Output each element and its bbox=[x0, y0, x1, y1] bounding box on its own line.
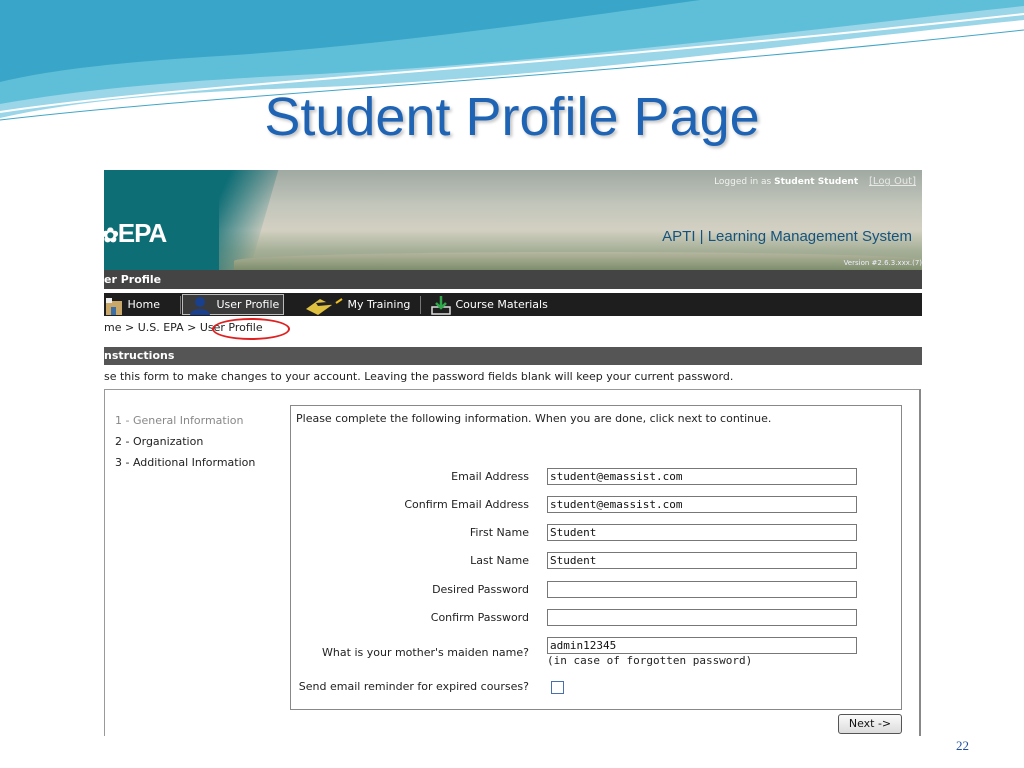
nav-item-user-profile[interactable]: User Profile bbox=[182, 294, 285, 315]
desired-password-label: Desired Password bbox=[432, 583, 529, 596]
maiden-name-hint: (in case of forgotten password) bbox=[547, 654, 753, 667]
form-intro: Please complete the following informatio… bbox=[296, 412, 772, 425]
confirm-password-label: Confirm Password bbox=[430, 611, 529, 624]
nav-label-my-training: My Training bbox=[347, 298, 411, 311]
nav-label-course-materials: Course Materials bbox=[455, 298, 548, 311]
system-title: APTI | Learning Management System bbox=[662, 228, 912, 245]
app-banner: ✿EPA Logged in as Student Student [Log O… bbox=[104, 170, 922, 270]
email-field[interactable] bbox=[547, 468, 857, 485]
page-title-bar: er Profile bbox=[104, 270, 922, 289]
desired-password-field[interactable] bbox=[547, 581, 857, 598]
nav-divider bbox=[180, 296, 181, 314]
download-icon bbox=[431, 296, 451, 315]
breadcrumb-separator: > bbox=[124, 321, 135, 334]
confirm-email-field[interactable] bbox=[547, 496, 857, 513]
reminder-label: Send email reminder for expired courses? bbox=[298, 680, 529, 693]
screenshot-frame: ✿EPA Logged in as Student Student [Log O… bbox=[104, 170, 922, 736]
maiden-name-label: What is your mother's maiden name? bbox=[322, 646, 529, 659]
last-name-label: Last Name bbox=[470, 554, 529, 567]
breadcrumb-separator: > bbox=[187, 321, 197, 334]
instructions-text: se this form to make changes to your acc… bbox=[104, 370, 734, 383]
nav-label-user-profile: User Profile bbox=[216, 298, 280, 311]
login-status: Logged in as Student Student [Log Out] bbox=[714, 176, 916, 187]
nav-label-home: Home bbox=[127, 298, 160, 311]
breadcrumb-home[interactable]: me bbox=[104, 321, 121, 334]
step-additional-information[interactable]: 3 - Additional Information bbox=[115, 452, 285, 473]
first-name-field[interactable] bbox=[547, 524, 857, 541]
epa-logo-text: EPA bbox=[117, 218, 168, 248]
confirm-email-label: Confirm Email Address bbox=[404, 498, 529, 511]
last-name-field[interactable] bbox=[547, 552, 857, 569]
email-label: Email Address bbox=[451, 470, 529, 483]
maiden-name-field[interactable] bbox=[547, 637, 857, 654]
nav-item-my-training[interactable]: My Training bbox=[302, 293, 410, 316]
nav-divider bbox=[420, 296, 421, 314]
reminder-checkbox[interactable] bbox=[551, 681, 564, 694]
first-name-label: First Name bbox=[469, 526, 529, 539]
user-icon bbox=[190, 296, 210, 315]
wizard-steps: 1 - General Information 2 - Organization… bbox=[115, 410, 285, 473]
login-user: Student Student bbox=[774, 177, 859, 187]
step-general-information[interactable]: 1 - General Information bbox=[115, 410, 285, 431]
next-button[interactable]: Next -> bbox=[838, 714, 902, 734]
home-icon bbox=[106, 298, 122, 315]
graduation-cap-icon bbox=[306, 298, 343, 315]
main-nav: Home User Profile My Training Course Mat… bbox=[104, 293, 922, 316]
instructions-header: nstructions bbox=[104, 347, 922, 365]
version-text: Version #2.6.3.xxx.(7) bbox=[843, 259, 922, 267]
profile-form: Please complete the following informatio… bbox=[290, 405, 902, 710]
login-prefix: Logged in as bbox=[714, 177, 772, 187]
breadcrumb-us-epa[interactable]: U.S. EPA bbox=[138, 321, 184, 334]
nav-item-course-materials[interactable]: Course Materials bbox=[430, 293, 548, 316]
epa-flower-icon: ✿ bbox=[104, 225, 119, 247]
step-organization[interactable]: 2 - Organization bbox=[115, 431, 285, 452]
confirm-password-field[interactable] bbox=[547, 609, 857, 626]
slide-title: Student Profile Page bbox=[264, 87, 760, 147]
logout-link[interactable]: [Log Out] bbox=[869, 176, 916, 187]
epa-logo: ✿EPA bbox=[104, 218, 168, 249]
banner-landscape bbox=[234, 252, 922, 270]
slide-number: 22 bbox=[956, 738, 969, 753]
nav-item-home[interactable]: Home bbox=[104, 293, 160, 316]
highlight-circle bbox=[212, 318, 290, 340]
